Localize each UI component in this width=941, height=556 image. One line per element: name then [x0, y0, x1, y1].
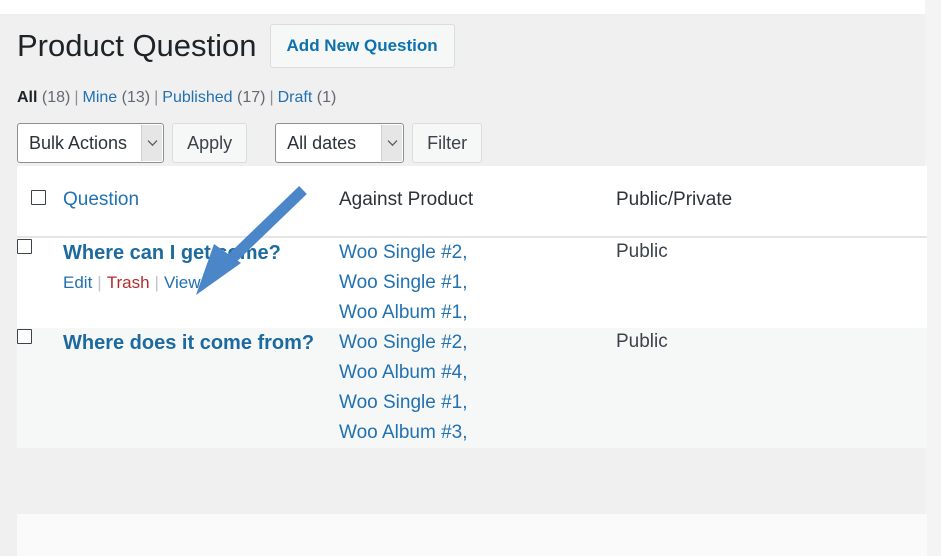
question-title-link[interactable]: Where can I get some? [63, 238, 281, 268]
row-visibility-cell: Public [616, 328, 927, 448]
screenshot-root: Product Question Add New Question All (1… [0, 0, 941, 556]
filter-item-published: Published (17) [162, 89, 265, 106]
add-new-question-button[interactable]: Add New Question [269, 24, 455, 68]
table-body: Where can I get some? Edit | Trash | View Wo… [17, 237, 927, 449]
chevron-down-icon [141, 124, 163, 161]
table-nav-top: Bulk Actions Apply All dates Filter [0, 112, 925, 166]
select-all-header [17, 166, 63, 238]
filter-item-all: All (18) [17, 89, 70, 106]
apply-button[interactable]: Apply [172, 122, 248, 163]
status-filter-links: All (18) | Mine (13) | Published (17) | Draft … [0, 72, 925, 112]
product-link[interactable]: Woo Single #2, [339, 328, 616, 358]
bulk-actions-select[interactable]: Bulk Actions [17, 122, 165, 163]
row-against-product-cell: Woo Single #2, Woo Album #4, Woo Single … [339, 328, 616, 448]
question-title-link[interactable]: Where does it come from? [63, 328, 314, 358]
product-link[interactable]: Woo Single #2, [339, 238, 616, 268]
table-row: Where can I get some? Edit | Trash | View Wo… [17, 237, 927, 329]
column-header-question: Question [63, 166, 339, 238]
visibility-value: Public [616, 331, 668, 353]
questions-list-table: Question Against Product Public/Private … [17, 166, 927, 449]
right-gutter [925, 0, 941, 556]
row-question-cell: Where does it come from? [63, 328, 339, 448]
row-against-product-cell: Woo Single #2, Woo Single #1, Woo Album … [339, 237, 616, 328]
filter-count-published: (17) [237, 89, 266, 106]
page-title: Product Question [17, 27, 257, 63]
row-checkbox-cell [17, 328, 63, 448]
filter-link-all[interactable]: All [17, 89, 37, 106]
bottom-filler-panel [17, 514, 927, 556]
filter-item-draft: Draft (1) [278, 89, 337, 106]
column-header-question-link[interactable]: Question [63, 189, 139, 210]
page-header: Product Question Add New Question [0, 14, 925, 72]
filter-link-draft[interactable]: Draft [278, 89, 313, 106]
product-link[interactable]: Woo Album #4, [339, 358, 616, 388]
filter-count-draft: (1) [316, 89, 337, 106]
row-visibility-cell: Public [616, 237, 927, 328]
row-action-trash[interactable]: Trash [107, 273, 150, 292]
row-select-checkbox[interactable] [17, 329, 32, 345]
filter-separator-2: | [154, 89, 159, 106]
table-header-row: Question Against Product Public/Private [17, 166, 927, 238]
column-header-against-product: Against Product [339, 166, 616, 238]
visibility-value: Public [616, 241, 668, 262]
product-link[interactable]: Woo Single #1, [339, 388, 616, 418]
row-select-checkbox[interactable] [17, 239, 32, 254]
filter-count-mine: (13) [121, 89, 151, 106]
filter-separator-1: | [74, 89, 79, 106]
column-header-public-private: Public/Private [616, 166, 927, 238]
row-action-separator: | [154, 273, 159, 292]
row-action-view[interactable]: View [164, 273, 201, 292]
top-white-band [0, 0, 925, 14]
filter-button[interactable]: Filter [412, 122, 483, 163]
filter-separator-3: | [269, 89, 274, 106]
row-question-cell: Where can I get some? Edit | Trash | View [63, 237, 339, 328]
table-head: Question Against Product Public/Private [17, 166, 927, 238]
product-link[interactable]: Woo Single #1, [339, 268, 616, 298]
admin-page-wrap: Product Question Add New Question All (1… [0, 14, 927, 556]
row-action-edit[interactable]: Edit [63, 273, 92, 292]
select-all-checkbox[interactable] [31, 190, 46, 205]
product-link[interactable]: Woo Album #3, [339, 418, 616, 448]
filter-count-all: (18) [41, 89, 71, 106]
product-link[interactable]: Woo Album #1, [339, 298, 616, 328]
filter-link-mine[interactable]: Mine [83, 89, 118, 106]
row-action-separator: | [97, 273, 102, 292]
filter-link-published[interactable]: Published [162, 89, 232, 106]
row-actions: Edit | Trash | View [63, 270, 339, 296]
date-filter-select[interactable]: All dates [275, 122, 405, 163]
row-checkbox-cell [17, 237, 63, 328]
table-row: Where does it come from? Woo Single #2, … [17, 328, 927, 449]
filter-item-mine: Mine (13) [83, 89, 151, 106]
chevron-down-icon [381, 124, 403, 161]
